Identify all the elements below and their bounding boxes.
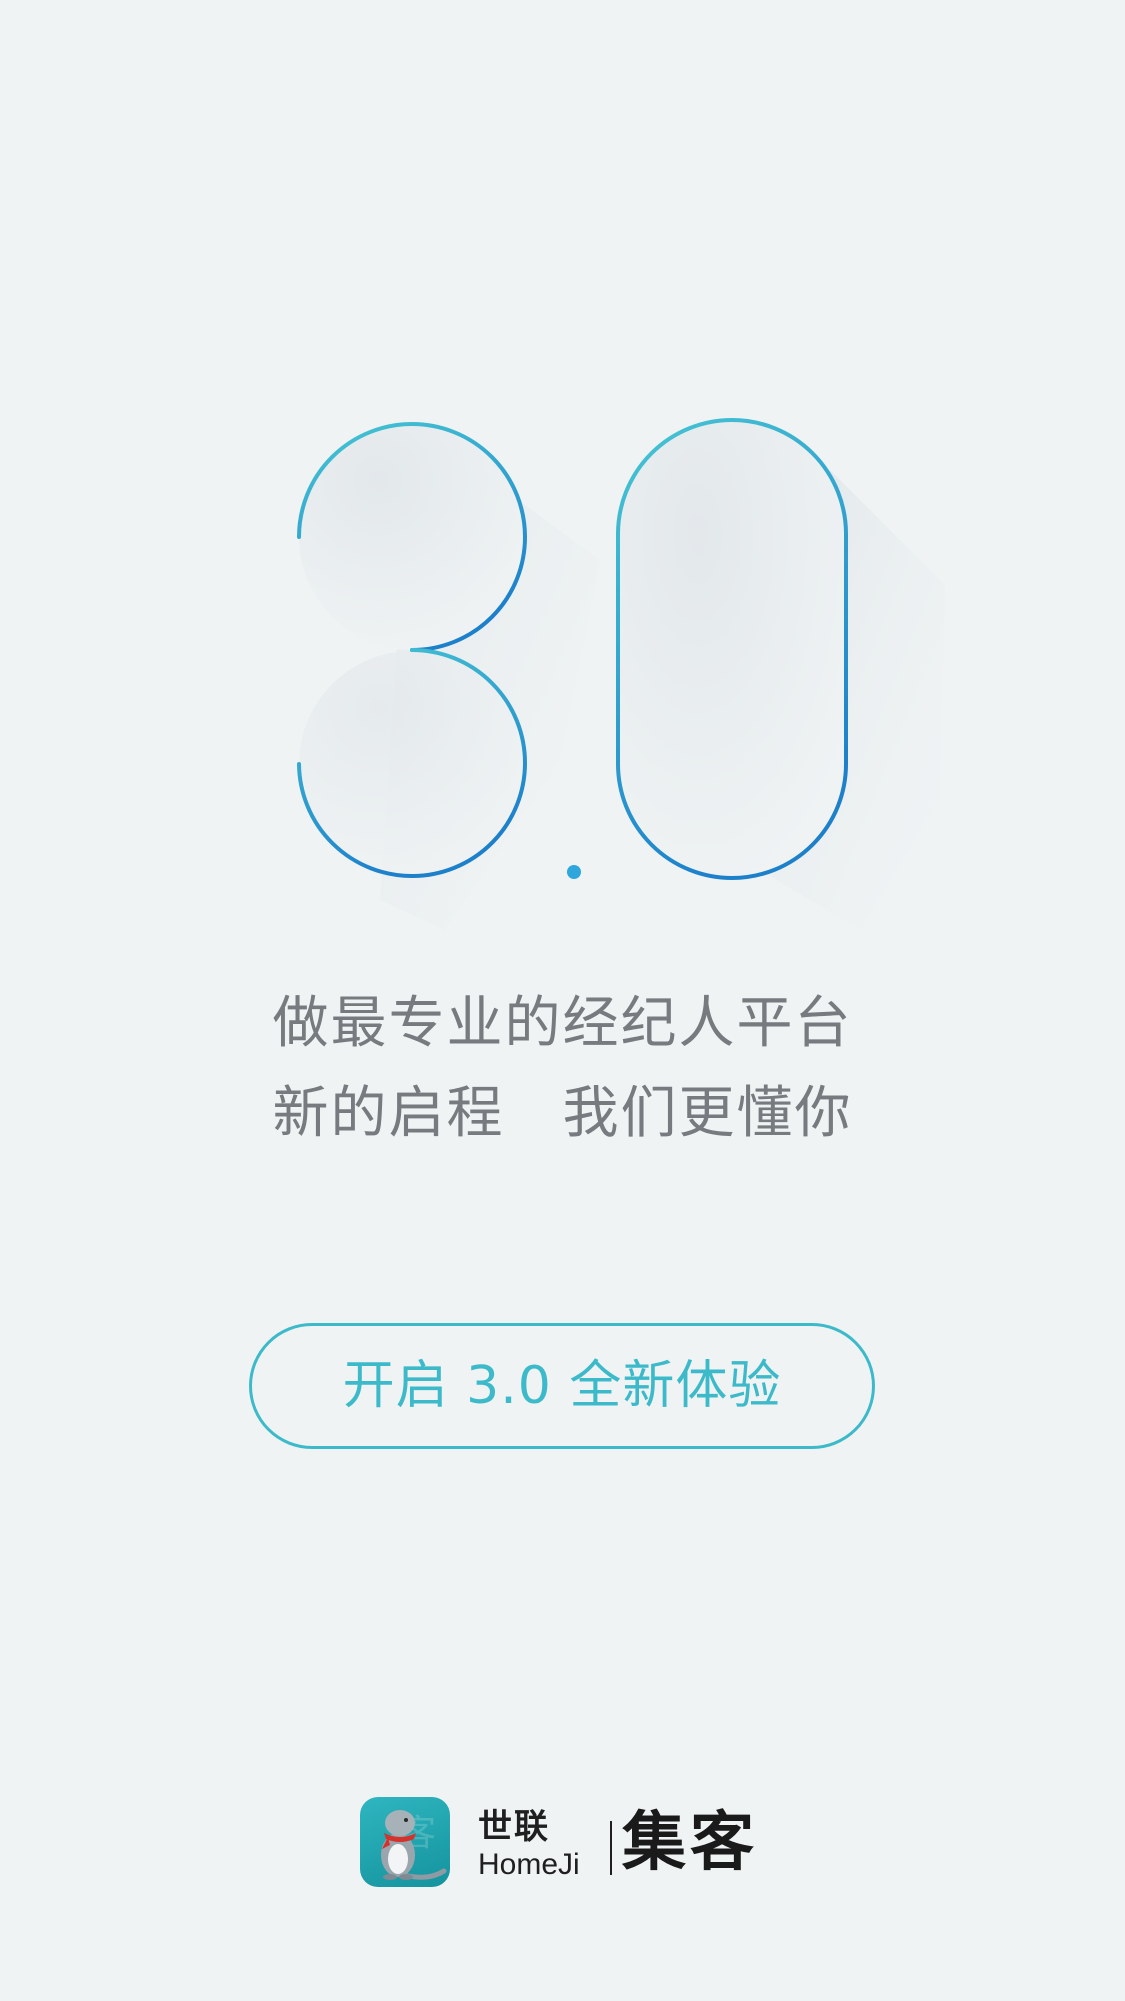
brand-divider (610, 1821, 612, 1875)
brand-name-homeji: HomeJi (478, 1848, 580, 1881)
version-3-0-graphic (297, 418, 945, 930)
app-icon: 客 (360, 1797, 450, 1887)
brand-name-jike: 集客 (622, 1806, 758, 1880)
tagline-line-1: 做最专业的经纪人平台 (272, 991, 853, 1056)
brand-name-shilian: 世联 (478, 1807, 550, 1847)
start-experience-button[interactable]: 开启 3.0 全新体验 (249, 1323, 875, 1449)
decimal-point (567, 865, 581, 879)
mascot-icon: 客 (381, 1810, 447, 1880)
brand-logo: 客 世联 HomeJi 集客 (360, 1797, 780, 1889)
tagline-line-2: 新的启程 我们更懂你 (272, 1081, 853, 1146)
digit-zero (616, 418, 848, 880)
